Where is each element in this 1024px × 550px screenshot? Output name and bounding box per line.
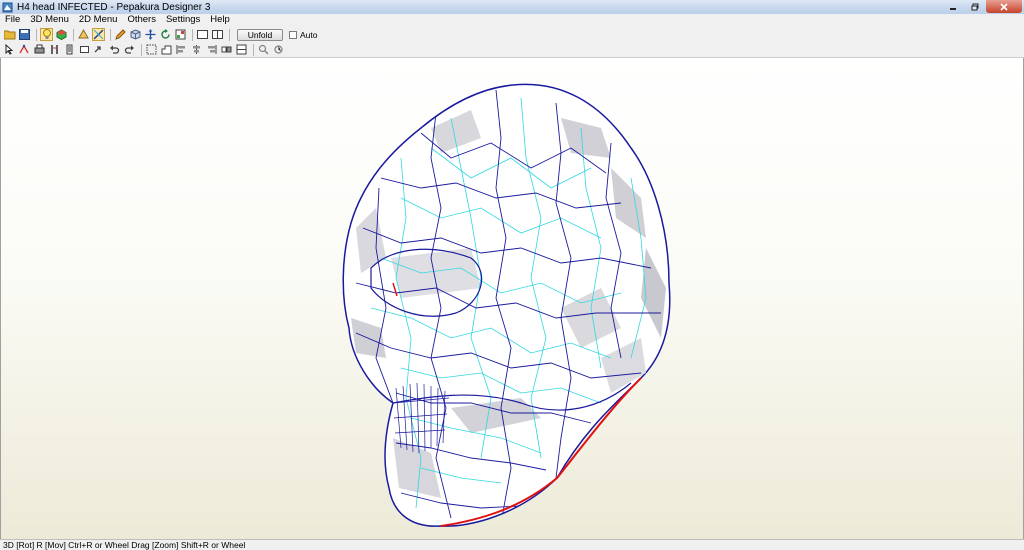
snap-button[interactable] <box>235 43 248 56</box>
window-title: H4 head INFECTED - Pepakura Designer 3 <box>17 1 211 13</box>
align-center-button[interactable] <box>190 43 203 56</box>
rotate-button[interactable] <box>159 28 172 41</box>
rotate-icon <box>161 29 170 39</box>
redo-icon <box>124 45 134 54</box>
view-split-button[interactable] <box>211 28 224 41</box>
redo-button[interactable] <box>123 43 136 56</box>
close-button[interactable] <box>986 0 1022 13</box>
zoom-button[interactable] <box>257 43 270 56</box>
join-icon <box>19 44 29 54</box>
auto-checkbox-wrap[interactable]: Auto <box>289 30 318 40</box>
view-split-icon <box>212 30 223 39</box>
unfold-button[interactable]: Unfold <box>237 28 283 41</box>
menu-file[interactable]: File <box>0 14 25 26</box>
3d-viewport[interactable] <box>0 58 1024 539</box>
face-icon <box>78 29 89 39</box>
restore-icon <box>971 3 979 10</box>
undo-icon <box>110 45 120 54</box>
grid-button[interactable] <box>78 43 91 56</box>
image-button[interactable] <box>160 43 173 56</box>
save-icon <box>19 29 30 40</box>
print-icon <box>34 44 45 54</box>
move-icon <box>145 29 156 40</box>
menu-others[interactable]: Others <box>122 14 161 26</box>
zoom-icon <box>258 44 269 55</box>
align-left-icon <box>176 45 185 54</box>
align-right-button[interactable] <box>205 43 218 56</box>
auto-label: Auto <box>300 29 318 40</box>
open-button[interactable] <box>3 28 16 41</box>
edge-button[interactable] <box>92 28 105 41</box>
maximize-button[interactable] <box>964 0 986 13</box>
close-icon <box>1000 2 1008 11</box>
align-left-button[interactable] <box>175 43 188 56</box>
join-button[interactable] <box>18 43 31 56</box>
select-button[interactable] <box>3 43 16 56</box>
move-button[interactable] <box>144 28 157 41</box>
menu-settings[interactable]: Settings <box>161 14 205 26</box>
toolbar-separator <box>192 28 193 41</box>
print-button[interactable] <box>33 43 46 56</box>
status-text: 3D [Rot] R [Mov] Ctrl+R or Wheel Drag [Z… <box>3 540 246 550</box>
align-center-icon <box>193 45 200 54</box>
rotate-view-button[interactable] <box>272 43 285 56</box>
menu-bar: File 3D Menu 2D Menu Others Settings Hel… <box>0 14 1024 26</box>
light-toggle-button[interactable] <box>40 28 53 41</box>
toolbar-separator <box>110 28 111 41</box>
view-single-icon <box>197 30 208 39</box>
distribute-icon <box>221 46 232 53</box>
cut-icon <box>51 45 58 54</box>
undo-button[interactable] <box>108 43 121 56</box>
grid-icon <box>80 46 89 53</box>
save-button[interactable] <box>18 28 31 41</box>
face-button[interactable] <box>77 28 90 41</box>
texture-button[interactable] <box>55 28 68 41</box>
toolbar-secondary <box>0 42 1024 58</box>
cut-button[interactable] <box>48 43 61 56</box>
image-icon <box>161 45 172 55</box>
arrow-icon <box>94 46 101 53</box>
pencil-icon <box>115 29 126 40</box>
arrow-button[interactable] <box>93 43 106 56</box>
align-right-icon <box>208 45 217 54</box>
menu-2d[interactable]: 2D Menu <box>74 14 123 26</box>
auto-checkbox[interactable] <box>289 30 297 39</box>
layout-icon <box>175 29 186 40</box>
texture-icon <box>56 29 67 40</box>
cube-icon <box>130 29 141 40</box>
distribute-button[interactable] <box>220 43 233 56</box>
window-controls <box>942 0 1022 14</box>
toolbar-separator <box>73 28 74 41</box>
view-single-button[interactable] <box>196 28 209 41</box>
rotate-view-icon <box>274 45 283 54</box>
edge-icon <box>93 29 104 40</box>
pencil-button[interactable] <box>114 28 127 41</box>
minimize-icon <box>950 7 956 10</box>
cube-button[interactable] <box>129 28 142 41</box>
toolbar-separator <box>229 28 230 41</box>
menu-help[interactable]: Help <box>205 14 235 26</box>
skull-3d-model[interactable] <box>1 58 1023 539</box>
toolbar-main: Unfold Auto <box>0 27 1024 42</box>
toolbar-separator <box>253 43 254 56</box>
select-icon <box>5 44 14 55</box>
text-icon <box>146 44 157 55</box>
flap-button[interactable] <box>63 43 76 56</box>
toolbar-separator <box>36 28 37 41</box>
snap-icon <box>236 44 247 55</box>
light-icon <box>42 29 51 39</box>
app-icon <box>2 2 13 12</box>
flap-icon <box>66 44 73 55</box>
minimize-button[interactable] <box>942 0 964 13</box>
text-button[interactable] <box>145 43 158 56</box>
open-icon <box>3 30 15 40</box>
status-bar: 3D [Rot] R [Mov] Ctrl+R or Wheel Drag [Z… <box>0 539 1024 550</box>
toolbar-separator <box>141 43 142 56</box>
title-bar: H4 head INFECTED - Pepakura Designer 3 <box>0 0 1024 14</box>
menu-3d[interactable]: 3D Menu <box>25 14 74 26</box>
layout-button[interactable] <box>174 28 187 41</box>
